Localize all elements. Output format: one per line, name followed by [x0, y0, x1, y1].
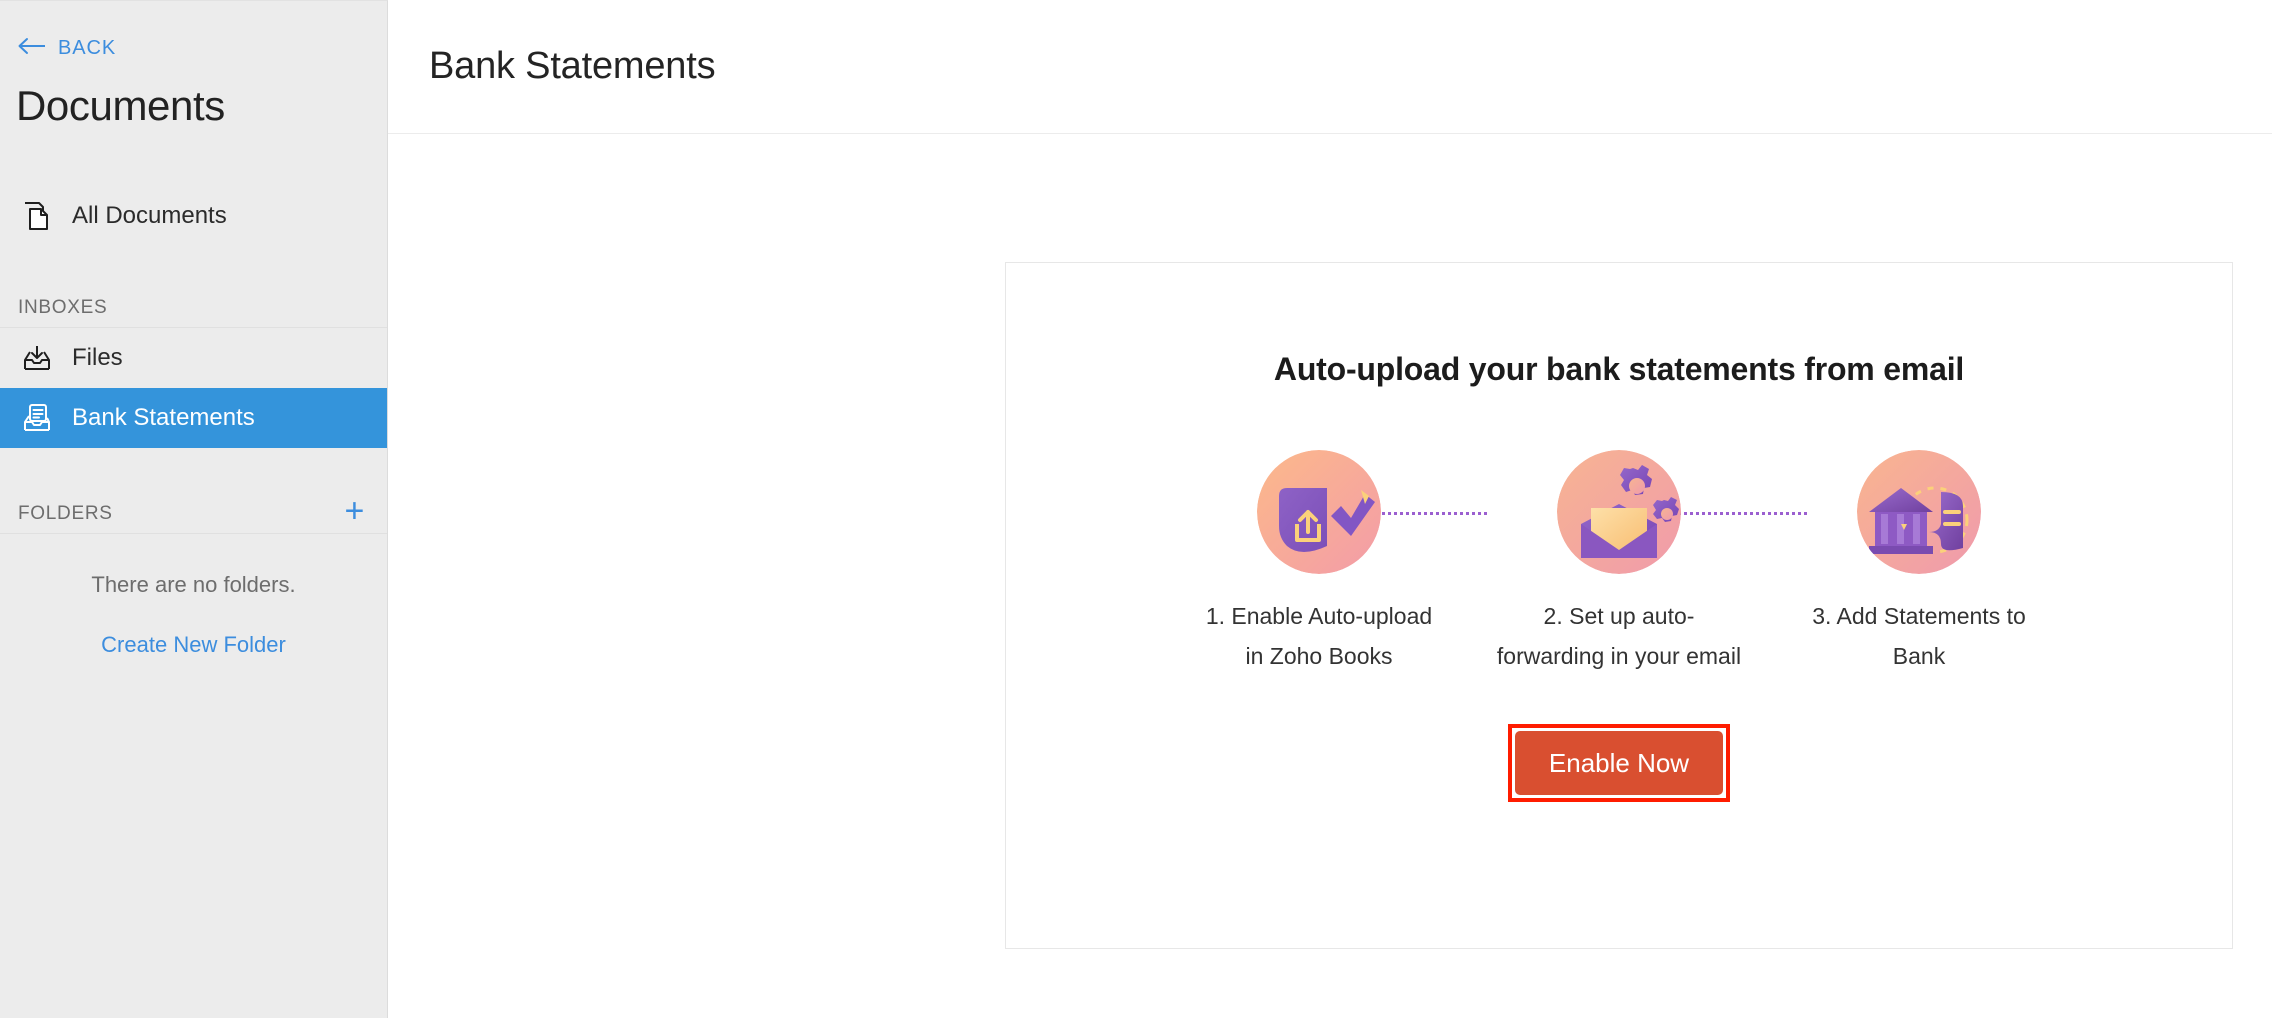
sidebar-title: Documents: [16, 82, 225, 129]
bank-statement-icon: [1857, 450, 1981, 574]
promo-step-label: 2. Set up auto-forwarding in your email: [1496, 603, 1742, 669]
documents-copy-icon: [20, 199, 54, 233]
main-body: Auto-upload your bank statements from em…: [388, 134, 2272, 1018]
inboxes-header-label: INBOXES: [18, 296, 108, 318]
main-content: Bank Statements Auto-upload your bank st…: [388, 0, 2272, 1018]
page-title: Bank Statements: [429, 45, 716, 87]
promo-step-label: 1. Enable Auto-upload in Zoho Books: [1205, 603, 1433, 669]
upload-check-icon: [1257, 450, 1381, 574]
folders-section-header: FOLDERS +: [0, 494, 387, 534]
folders-header-label: FOLDERS: [18, 502, 113, 524]
back-label: BACK: [58, 37, 117, 59]
promo-steps: 1. Enable Auto-upload in Zoho Books 2. S…: [1006, 450, 2232, 676]
sidebar-item-label: Bank Statements: [72, 404, 255, 431]
promo-step-3: 3. Add Statements to Bank: [1769, 450, 2069, 676]
enable-now-button[interactable]: Enable Now: [1514, 731, 1724, 795]
app-root: BACK Documents All Documents INBOXES Fil…: [0, 0, 2272, 1018]
email-gears-icon: [1557, 450, 1681, 574]
arrow-left-icon: [18, 37, 48, 60]
sidebar-item-bank-statements[interactable]: Bank Statements: [0, 388, 387, 448]
inbox-download-icon: [20, 341, 54, 375]
inboxes-section-header: INBOXES: [0, 288, 387, 328]
sidebar-item-label: All Documents: [72, 202, 227, 229]
sidebar-item-label: Files: [72, 344, 123, 371]
page-header: Bank Statements: [388, 0, 2272, 134]
promo-step-2: 2. Set up auto-forwarding in your email: [1469, 450, 1769, 676]
promo-step-label: 3. Add Statements to Bank: [1812, 603, 2026, 669]
plus-icon[interactable]: +: [344, 494, 365, 528]
back-button[interactable]: BACK: [0, 1, 387, 60]
sidebar-item-all-documents[interactable]: All Documents: [0, 186, 387, 246]
cta-container: Enable Now: [1006, 724, 2232, 802]
auto-upload-promo-card: Auto-upload your bank statements from em…: [1005, 262, 2233, 949]
inbox-statement-icon: [20, 401, 54, 435]
sidebar: BACK Documents All Documents INBOXES Fil…: [0, 0, 388, 1018]
create-new-folder-link[interactable]: Create New Folder: [0, 598, 387, 658]
promo-step-1: 1. Enable Auto-upload in Zoho Books: [1169, 450, 1469, 676]
sidebar-item-files[interactable]: Files: [0, 328, 387, 388]
annotation-highlight-box: Enable Now: [1507, 724, 1731, 802]
promo-title: Auto-upload your bank statements from em…: [1273, 351, 1965, 387]
folders-empty-text: There are no folders.: [91, 572, 296, 597]
